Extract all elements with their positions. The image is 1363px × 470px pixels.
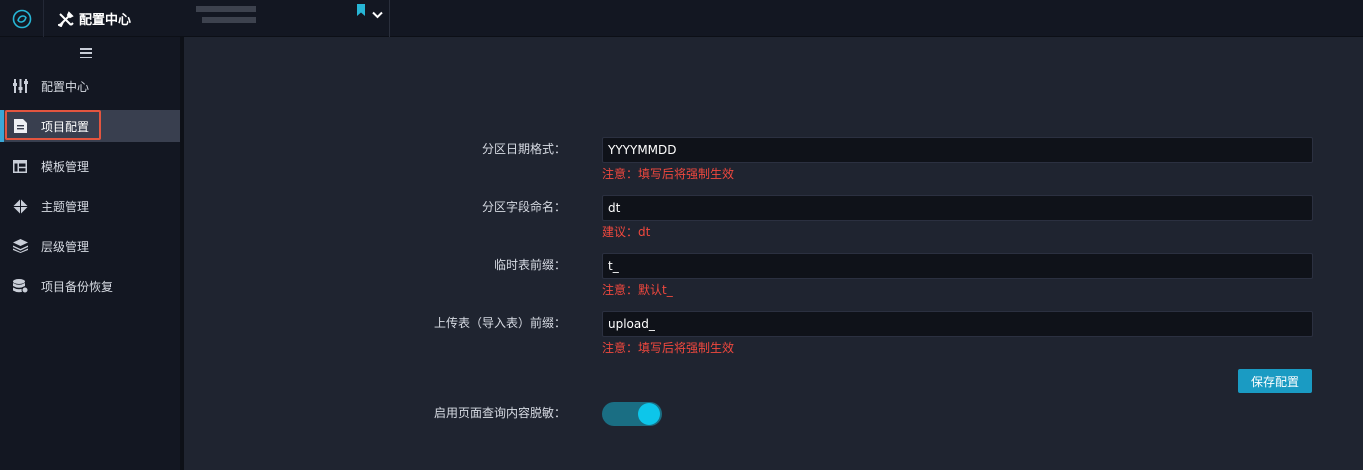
- temp-table-prefix-input[interactable]: [602, 253, 1313, 279]
- sidebar-item-label: 层级管理: [41, 239, 90, 254]
- upload-table-prefix-hint: 注意：填写后将强制生效: [602, 341, 735, 355]
- chevron-down-icon[interactable]: [372, 11, 383, 19]
- database-icon: [12, 278, 28, 294]
- app-title-text: 配置中心: [79, 13, 132, 28]
- project-name-redacted: [196, 6, 256, 28]
- app-logo[interactable]: [0, 0, 44, 37]
- partition-field-name-input[interactable]: [602, 195, 1313, 221]
- layers-icon: [12, 238, 28, 254]
- table-icon: [12, 158, 28, 174]
- tools-icon: [58, 10, 74, 27]
- sliders-icon: [12, 78, 28, 94]
- partition-date-format-input[interactable]: [602, 137, 1313, 163]
- highlight-box: [5, 110, 101, 140]
- sidebar-item-label: 配置中心: [41, 79, 90, 94]
- menu-toggle-icon[interactable]: [80, 48, 92, 58]
- desensitize-toggle[interactable]: [602, 402, 662, 426]
- partition-field-name-label: 分区字段命名：: [481, 200, 566, 214]
- sidebar-item-project-backup[interactable]: 项目备份恢复: [0, 270, 180, 302]
- toggle-knob: [638, 403, 660, 425]
- sidebar-item-project-config[interactable]: 项目配置: [0, 110, 180, 142]
- upload-table-prefix-label: 上传表（导入表）前缀：: [433, 316, 566, 330]
- temp-table-prefix-label: 临时表前缀：: [493, 258, 566, 272]
- upload-table-prefix-input[interactable]: [602, 311, 1313, 337]
- partition-date-format-hint: 注意：填写后将强制生效: [602, 167, 735, 181]
- active-indicator: [0, 110, 4, 142]
- sidebar-item-label: 项目备份恢复: [41, 279, 114, 294]
- logo-icon: [12, 9, 31, 28]
- sidebar-item-label: 模板管理: [41, 159, 90, 174]
- desensitize-label: 启用页面查询内容脱敏：: [433, 406, 566, 420]
- top-bar: 配置中心: [0, 0, 1363, 37]
- partition-field-name-hint: 建议：dt: [602, 225, 651, 239]
- temp-table-prefix-hint: 注意：默认t_: [602, 283, 673, 297]
- app-title: 配置中心: [44, 0, 186, 37]
- bookmark-icon[interactable]: [356, 4, 366, 16]
- save-config-button[interactable]: 保存配置: [1238, 369, 1312, 393]
- project-switcher[interactable]: [186, 0, 390, 37]
- sidebar-item-config-center[interactable]: 配置中心: [0, 70, 180, 102]
- partition-date-format-label: 分区日期格式：: [481, 142, 566, 156]
